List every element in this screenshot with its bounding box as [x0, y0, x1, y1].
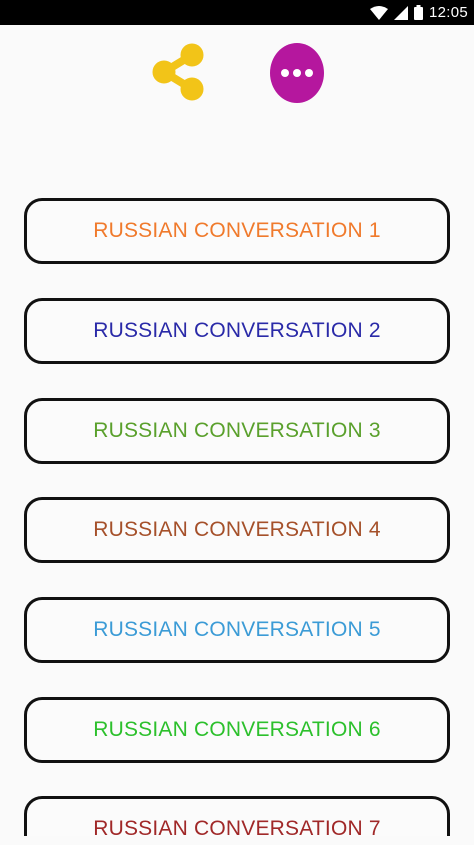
wifi-icon — [369, 5, 388, 20]
toolbar — [0, 25, 474, 125]
conversation-7-label: RUSSIAN CONVERSATION 7 — [93, 817, 381, 836]
conversation-2-button[interactable]: RUSSIAN CONVERSATION 2 — [24, 298, 450, 364]
more-options-button[interactable] — [270, 43, 324, 103]
conversation-6-label: RUSSIAN CONVERSATION 6 — [93, 718, 381, 741]
more-options-icon-dot — [293, 69, 301, 77]
share-button[interactable] — [148, 42, 208, 102]
conversation-1-label: RUSSIAN CONVERSATION 1 — [93, 219, 381, 242]
conversation-4-button[interactable]: RUSSIAN CONVERSATION 4 — [24, 497, 450, 563]
conversation-1-button[interactable]: RUSSIAN CONVERSATION 1 — [24, 198, 450, 264]
conversation-list: RUSSIAN CONVERSATION 1 RUSSIAN CONVERSAT… — [0, 0, 474, 836]
conversation-4-label: RUSSIAN CONVERSATION 4 — [93, 518, 381, 541]
signal-icon — [393, 5, 408, 20]
conversation-3-label: RUSSIAN CONVERSATION 3 — [93, 419, 381, 442]
conversation-7-button[interactable]: RUSSIAN CONVERSATION 7 — [24, 796, 450, 836]
conversation-2-label: RUSSIAN CONVERSATION 2 — [93, 319, 381, 342]
share-icon — [152, 43, 204, 101]
status-clock: 12:05 — [428, 4, 468, 21]
conversation-5-label: RUSSIAN CONVERSATION 5 — [93, 618, 381, 641]
conversation-5-button[interactable]: RUSSIAN CONVERSATION 5 — [24, 597, 450, 663]
battery-icon — [413, 5, 423, 20]
app-screen: RUSSIAN CONVERSATION 1 RUSSIAN CONVERSAT… — [0, 0, 474, 845]
conversation-6-button[interactable]: RUSSIAN CONVERSATION 6 — [24, 697, 450, 763]
more-options-icon — [281, 69, 289, 77]
status-bar: 12:05 — [0, 0, 474, 25]
conversation-3-button[interactable]: RUSSIAN CONVERSATION 3 — [24, 398, 450, 464]
more-options-icon-dot — [305, 69, 313, 77]
